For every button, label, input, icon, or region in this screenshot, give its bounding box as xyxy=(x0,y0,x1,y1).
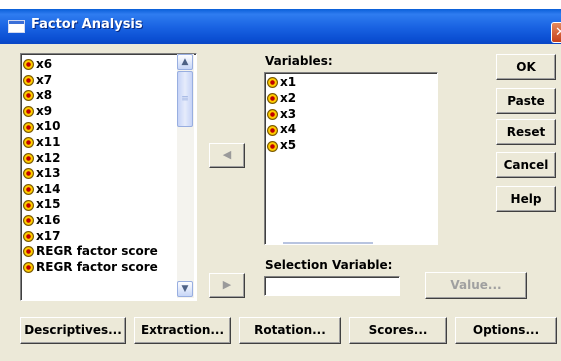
ok-button[interactable]: OK xyxy=(496,54,556,80)
help-button[interactable]: Help xyxy=(496,186,556,212)
scale-variable-icon xyxy=(23,215,34,227)
selected-variable-item[interactable]: x4 xyxy=(267,122,296,138)
source-variable-item[interactable]: x14 xyxy=(23,182,178,198)
title-bar[interactable]: Factor Analysis ✕ xyxy=(0,9,561,44)
source-variable-item[interactable]: x15 xyxy=(23,197,178,213)
descriptives-button[interactable]: Descriptives... xyxy=(20,317,126,344)
variable-name: x4 xyxy=(280,122,297,137)
source-variable-item[interactable]: x10 xyxy=(23,119,178,135)
move-to-selection-button[interactable]: ▶ xyxy=(209,273,245,298)
variables-label: Variables: xyxy=(265,54,333,68)
variable-name: x17 xyxy=(36,228,61,243)
scale-variable-icon xyxy=(267,140,278,152)
variable-name: x8 xyxy=(36,88,53,103)
source-variable-items: x6 x7 x8 x9 x10 x11 x12 x13 x14 x15 x16 x17 REGR fac… xyxy=(23,57,178,275)
variable-name: x10 xyxy=(36,119,61,134)
list-scroll-indicator xyxy=(283,242,373,244)
window-icon xyxy=(8,20,25,33)
variable-name: REGR factor score xyxy=(36,259,158,274)
source-variable-item[interactable]: x8 xyxy=(23,88,178,104)
rotation-button[interactable]: Rotation... xyxy=(239,317,341,344)
scale-variable-icon xyxy=(23,59,34,71)
source-variable-item[interactable]: x12 xyxy=(23,151,178,167)
source-list-scrollbar[interactable]: ▲ ≡ ▼ xyxy=(177,54,194,298)
scale-variable-icon xyxy=(267,108,278,120)
scroll-thumb[interactable]: ≡ xyxy=(177,71,193,127)
scale-variable-icon xyxy=(23,152,34,164)
variable-name: x5 xyxy=(280,138,297,153)
window-title: Factor Analysis xyxy=(31,17,143,32)
scale-variable-icon xyxy=(23,168,34,180)
paste-button[interactable]: Paste xyxy=(496,88,556,114)
variable-name: x12 xyxy=(36,150,61,165)
variable-name: x15 xyxy=(36,197,61,212)
scores-button[interactable]: Scores... xyxy=(349,317,447,344)
selected-variable-items: x1 x2 x3 x4 x5 xyxy=(267,75,296,154)
selected-variable-item[interactable]: x2 xyxy=(267,91,296,107)
scale-variable-icon xyxy=(23,262,34,274)
selection-variable-label: Selection Variable: xyxy=(265,258,393,272)
reset-button[interactable]: Reset xyxy=(496,119,556,145)
source-variable-item[interactable]: x6 xyxy=(23,57,178,73)
variable-name: x16 xyxy=(36,212,61,227)
scale-variable-icon xyxy=(23,90,34,102)
cancel-button[interactable]: Cancel xyxy=(496,152,556,178)
variable-name: x1 xyxy=(280,75,297,89)
scale-variable-icon xyxy=(23,199,34,211)
scale-variable-icon xyxy=(23,246,34,258)
source-variable-item[interactable]: REGR factor score xyxy=(23,244,178,260)
variable-name: x3 xyxy=(280,106,297,121)
source-variable-item[interactable]: REGR factor score xyxy=(23,260,178,276)
source-variable-item[interactable]: x17 xyxy=(23,229,178,245)
variable-name: x14 xyxy=(36,181,61,196)
value-button[interactable]: Value... xyxy=(425,272,527,299)
variable-name: x11 xyxy=(36,134,61,149)
move-to-variables-button[interactable]: ◀ xyxy=(209,143,245,168)
close-button[interactable]: ✕ xyxy=(551,22,561,43)
selected-variable-item[interactable]: x3 xyxy=(267,107,296,123)
variable-name: x13 xyxy=(36,166,61,181)
scale-variable-icon xyxy=(23,184,34,196)
options-button[interactable]: Options... xyxy=(455,317,557,344)
variables-list[interactable]: x1 x2 x3 x4 x5 xyxy=(264,72,438,245)
scale-variable-icon xyxy=(23,106,34,118)
scale-variable-icon xyxy=(267,77,278,89)
scale-variable-icon xyxy=(23,74,34,86)
scroll-up-button[interactable]: ▲ xyxy=(177,54,193,70)
scale-variable-icon xyxy=(267,93,278,105)
source-variable-list[interactable]: x6 x7 x8 x9 x10 x11 x12 x13 x14 x15 x16 x17 REGR fac… xyxy=(20,53,197,301)
scale-variable-icon xyxy=(23,230,34,242)
source-variable-item[interactable]: x7 xyxy=(23,73,178,89)
variable-name: x9 xyxy=(36,103,53,118)
scale-variable-icon xyxy=(23,137,34,149)
source-variable-item[interactable]: x9 xyxy=(23,104,178,120)
source-variable-item[interactable]: x16 xyxy=(23,213,178,229)
source-variable-item[interactable]: x11 xyxy=(23,135,178,151)
variable-name: x7 xyxy=(36,72,53,87)
selected-variable-item[interactable]: x5 xyxy=(267,138,296,154)
extraction-button[interactable]: Extraction... xyxy=(134,317,231,344)
variable-name: x6 xyxy=(36,57,53,71)
source-variable-item[interactable]: x13 xyxy=(23,166,178,182)
scale-variable-icon xyxy=(23,121,34,133)
selection-variable-field[interactable] xyxy=(264,276,400,296)
variable-name: x2 xyxy=(280,90,297,105)
variable-name: REGR factor score xyxy=(36,244,158,259)
selected-variable-item[interactable]: x1 xyxy=(267,75,296,91)
scroll-down-button[interactable]: ▼ xyxy=(177,281,193,297)
scale-variable-icon xyxy=(267,124,278,136)
